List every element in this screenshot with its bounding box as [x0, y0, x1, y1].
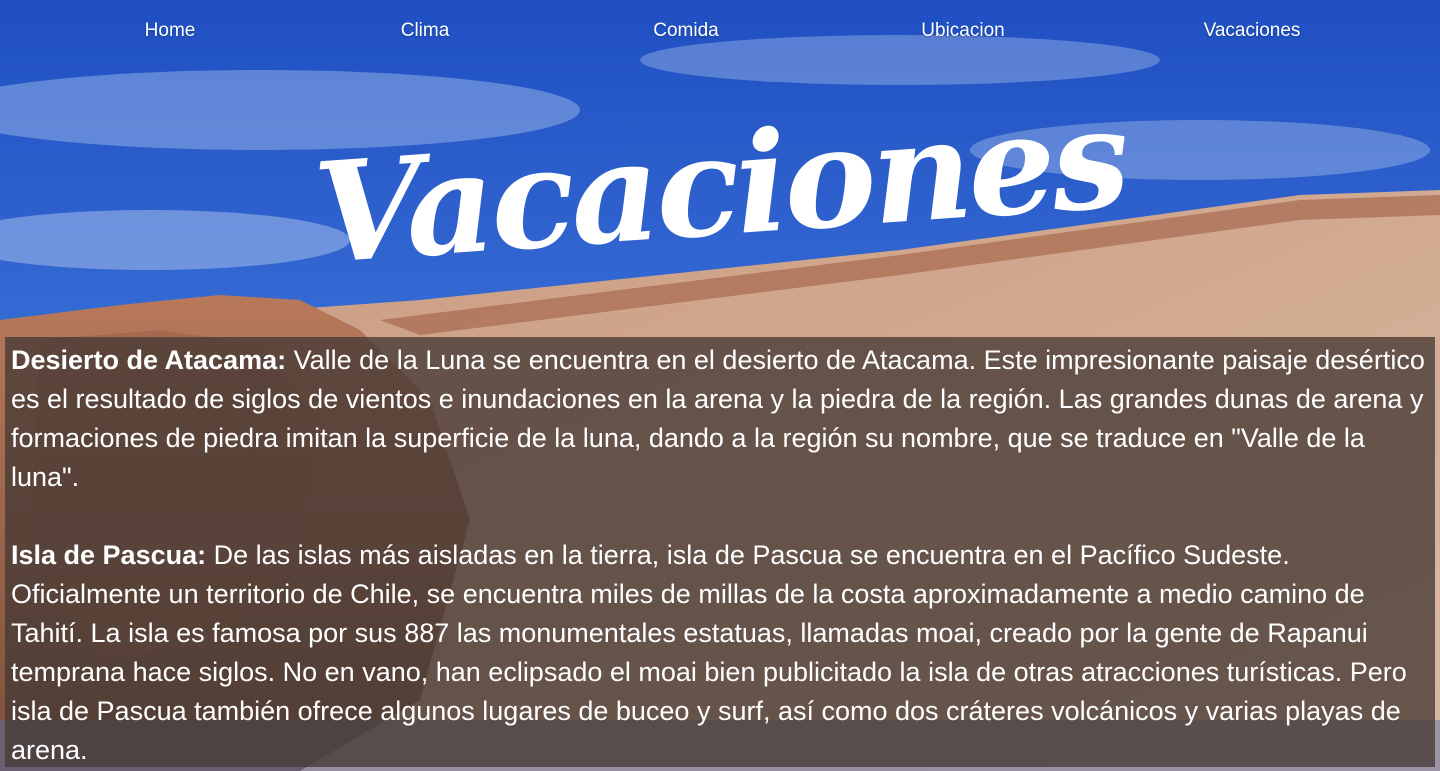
section-atacama: Desierto de Atacama: Valle de la Luna se… — [11, 341, 1429, 497]
content-panel: Desierto de Atacama: Valle de la Luna se… — [5, 337, 1435, 767]
main-nav: Home Clima Comida Ubicacion Vacaciones — [0, 0, 1440, 64]
section-heading: Isla de Pascua: — [11, 540, 207, 570]
nav-link-home[interactable]: Home — [145, 20, 196, 42]
section-isla-de-pascua: Isla de Pascua: De las islas más aislada… — [11, 536, 1429, 770]
nav-link-ubicacion[interactable]: Ubicacion — [921, 20, 1004, 42]
section-heading: Desierto de Atacama: — [11, 345, 287, 375]
nav-link-comida[interactable]: Comida — [653, 20, 718, 42]
nav-link-vacaciones[interactable]: Vacaciones — [1204, 20, 1301, 42]
nav-link-clima[interactable]: Clima — [401, 20, 450, 42]
section-body: De las islas más aisladas en la tierra, … — [11, 540, 1407, 765]
